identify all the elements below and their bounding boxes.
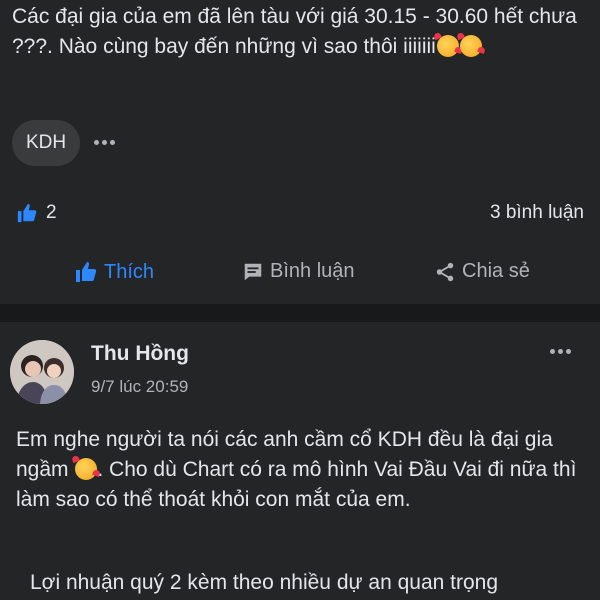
smiling-face-with-hearts-icon (75, 458, 98, 480)
share-button-label: Chia sẻ (462, 260, 530, 282)
reaction-summary[interactable]: 2 (16, 202, 57, 224)
share-icon (436, 262, 454, 281)
post-stats: 2 3 bình luận (0, 200, 600, 228)
share-button[interactable]: Chia sẻ (434, 260, 530, 283)
more-options-icon[interactable] (94, 140, 115, 145)
comment-button[interactable]: Bình luận (242, 260, 355, 283)
comment-button-label: Bình luận (270, 260, 355, 282)
post-divider (0, 304, 600, 322)
post-text: Các đại gia của em đã lên tàu với giá 30… (12, 2, 592, 62)
post-timestamp[interactable]: 9/7 lúc 20:59 (91, 377, 188, 397)
post-text: Em nghe người ta nói các anh cầm cổ KDH … (16, 425, 586, 515)
smiling-face-with-hearts-icon (459, 35, 482, 57)
avatar[interactable] (10, 340, 74, 404)
like-button[interactable]: Thích (74, 260, 154, 284)
author-name[interactable]: Thu Hồng (91, 342, 189, 366)
comment-icon (244, 263, 262, 280)
like-icon (17, 203, 37, 223)
tag-chip-kdh[interactable]: KDH (12, 120, 80, 166)
thumbs-up-icon (76, 262, 97, 282)
post-text-paragraph: Lợi nhuận quý 2 kèm theo nhiều dự an qua… (30, 571, 498, 594)
like-count: 2 (46, 202, 57, 223)
more-options-icon[interactable] (550, 349, 571, 354)
comment-count[interactable]: 3 bình luận (490, 202, 584, 224)
like-button-label: Thích (104, 260, 155, 283)
smiling-face-with-hearts-icon (436, 35, 459, 57)
post-card: Các đại gia của em đã lên tàu với giá 30… (0, 0, 600, 304)
post-text-part2: . Cho dù Chart có ra mô hình Vai Đầu Vai… (16, 458, 577, 511)
post-text-content: Các đại gia của em đã lên tàu với giá 30… (12, 5, 577, 58)
post-actions: Thích Bình luận Chia sẻ (0, 260, 600, 292)
